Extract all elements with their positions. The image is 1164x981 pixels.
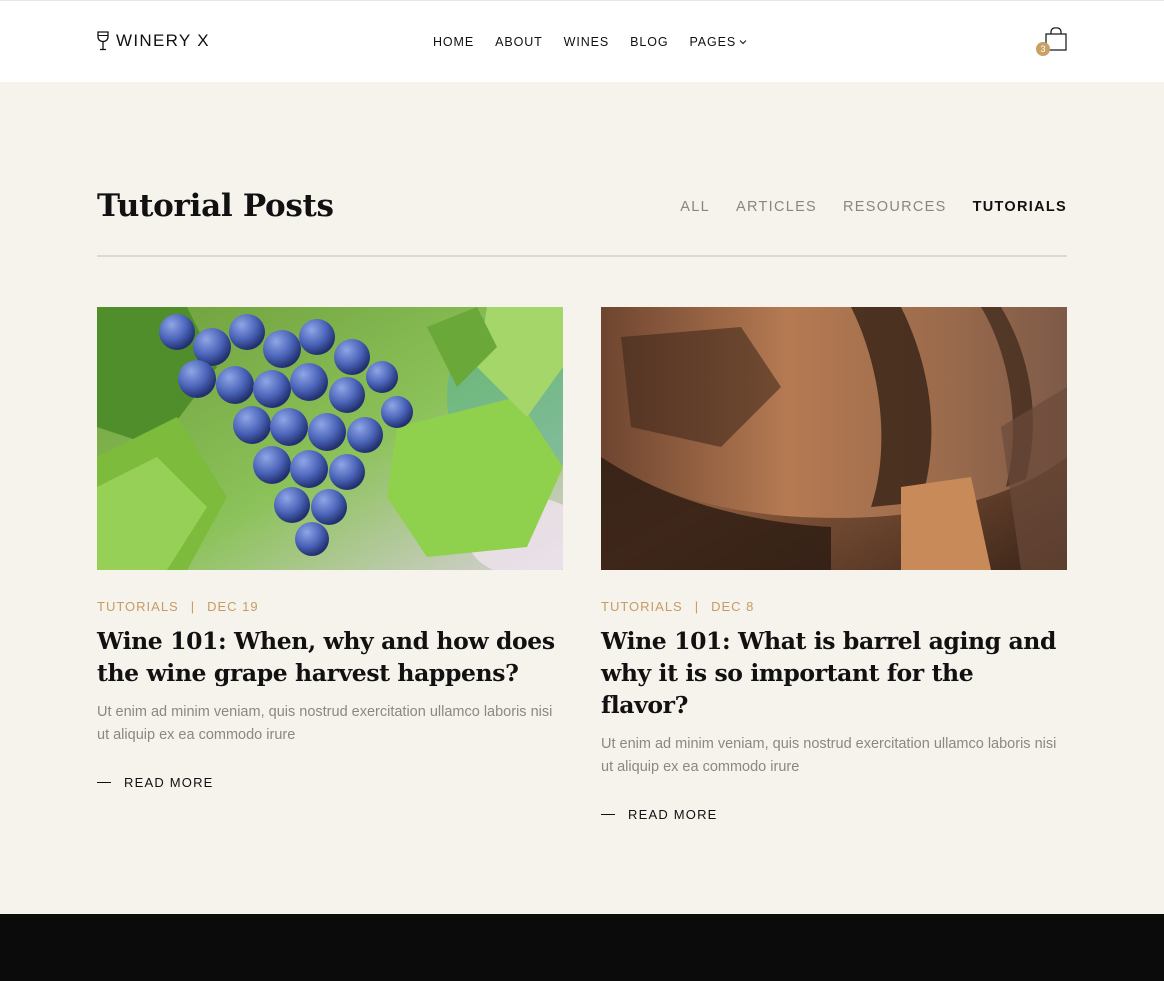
filter-articles[interactable]: ARTICLES — [736, 199, 817, 215]
post-excerpt: Ut enim ad minim veniam, quis nostrud ex… — [97, 704, 553, 743]
read-more-label: READ MORE — [124, 775, 214, 790]
nav-pages[interactable]: PAGES — [690, 35, 748, 49]
post-category[interactable]: TUTORIALS — [97, 599, 179, 614]
filter-resources[interactable]: RESOURCES — [843, 199, 947, 215]
read-more-link[interactable]: READ MORE — [601, 807, 1067, 822]
read-more-label: READ MORE — [628, 807, 718, 822]
grapes-image — [97, 307, 563, 570]
post-excerpt: Ut enim ad minim veniam, quis nostrud ex… — [601, 736, 1057, 775]
post-card: TUTORIALS | DEC 8 Wine 101: What is barr… — [601, 307, 1067, 822]
post-title[interactable]: Wine 101: What is barrel aging and why i… — [601, 625, 1067, 721]
post-date: DEC 19 — [207, 599, 259, 614]
nav-blog[interactable]: BLOG — [630, 35, 668, 49]
nav-pages-label: PAGES — [689, 35, 737, 49]
page-title: Tutorial Posts — [97, 188, 334, 224]
chevron-down-icon — [739, 40, 747, 45]
read-more-link[interactable]: READ MORE — [97, 775, 563, 790]
cart-button[interactable]: 3 — [1036, 25, 1070, 59]
nav-home[interactable]: HOME — [433, 35, 474, 49]
category-filters: ALL ARTICLES RESOURCES TUTORIALS — [680, 199, 1067, 215]
filter-tutorials[interactable]: TUTORIALS — [973, 199, 1067, 215]
post-image-grapes[interactable] — [97, 307, 563, 570]
barrel-image — [601, 307, 1067, 570]
post-category[interactable]: TUTORIALS — [601, 599, 683, 614]
meta-separator: | — [190, 599, 196, 614]
dash-icon — [601, 814, 615, 815]
post-meta: TUTORIALS | DEC 19 — [97, 599, 563, 614]
post-card: TUTORIALS | DEC 19 Wine 101: When, why a… — [97, 307, 563, 790]
logo[interactable]: WINERY X — [96, 31, 210, 51]
filter-all[interactable]: ALL — [680, 199, 710, 215]
meta-separator: | — [694, 599, 700, 614]
site-header: WINERY X HOME ABOUT WINES BLOG PAGES 3 — [0, 0, 1164, 82]
post-title[interactable]: Wine 101: When, why and how does the win… — [97, 625, 563, 689]
post-date: DEC 8 — [711, 599, 755, 614]
nav-about[interactable]: ABOUT — [495, 35, 543, 49]
site-footer — [0, 914, 1164, 981]
main-nav: HOME ABOUT WINES BLOG PAGES — [433, 35, 768, 49]
nav-wines[interactable]: WINES — [564, 35, 609, 49]
post-image-barrel[interactable] — [601, 307, 1067, 570]
post-meta: TUTORIALS | DEC 8 — [601, 599, 1067, 614]
wine-glass-icon — [97, 31, 109, 51]
section-divider — [97, 255, 1067, 257]
logo-text: WINERY X — [116, 31, 210, 50]
cart-count-badge: 3 — [1036, 42, 1050, 56]
dash-icon — [97, 782, 111, 783]
